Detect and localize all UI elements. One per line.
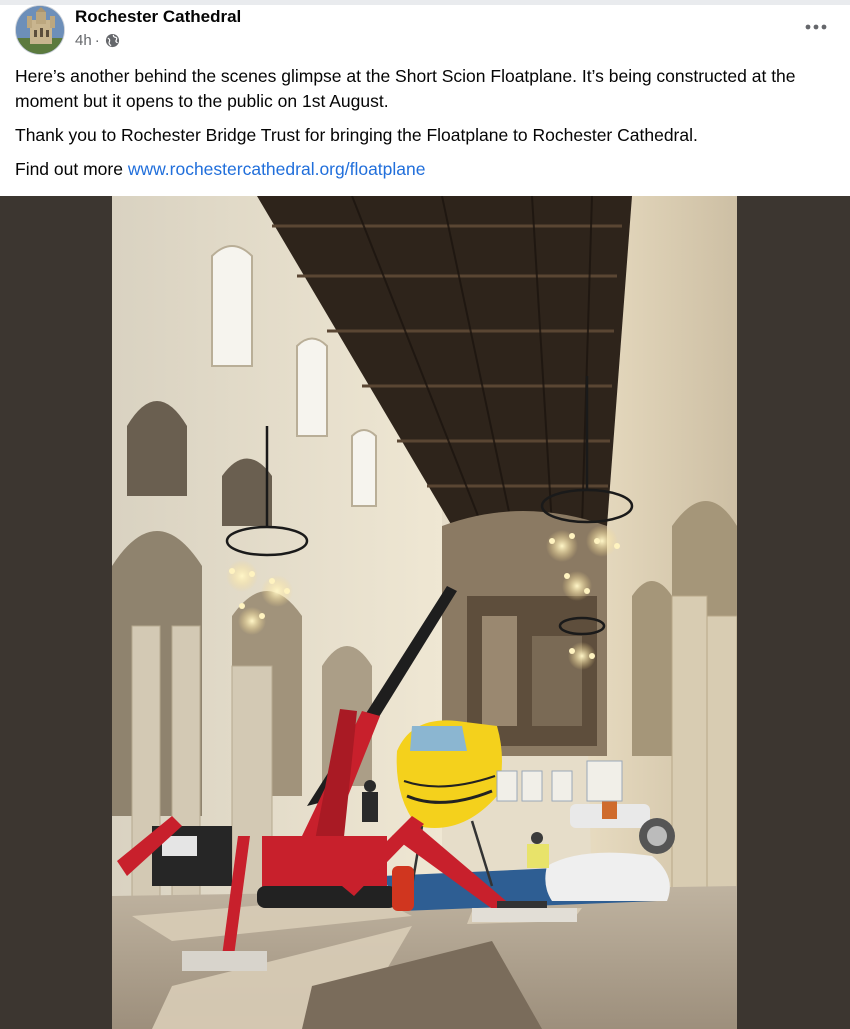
find-out-more-text: Find out more xyxy=(15,159,128,179)
cathedral-floatplane-photo[interactable] xyxy=(112,196,737,1029)
floatplane-link[interactable]: www.rochestercathedral.org/floatplane xyxy=(128,159,426,179)
more-horizontal-icon xyxy=(805,24,827,30)
meta-separator: · xyxy=(94,32,100,49)
page-name-link[interactable]: Rochester Cathedral xyxy=(75,7,241,27)
post-timestamp[interactable]: 4h xyxy=(75,32,92,49)
post-paragraph-1: Here’s another behind the scenes glimpse… xyxy=(15,66,796,111)
post-meta: 4h · xyxy=(75,32,120,49)
post-paragraph-3: Find out more www.rochestercathedral.org… xyxy=(15,157,835,182)
post-paragraph-2: Thank you to Rochester Bridge Trust for … xyxy=(15,125,698,145)
cathedral-avatar-image xyxy=(16,6,64,54)
more-options-button[interactable] xyxy=(798,9,834,45)
post-photo-container[interactable] xyxy=(0,196,850,1029)
facebook-post: Rochester Cathedral 4h · Here’s another … xyxy=(0,0,850,1029)
globe-icon[interactable] xyxy=(105,33,120,48)
post-text: Here’s another behind the scenes glimpse… xyxy=(15,64,835,191)
avatar[interactable] xyxy=(15,5,65,55)
post-header: Rochester Cathedral 4h · xyxy=(0,5,850,61)
